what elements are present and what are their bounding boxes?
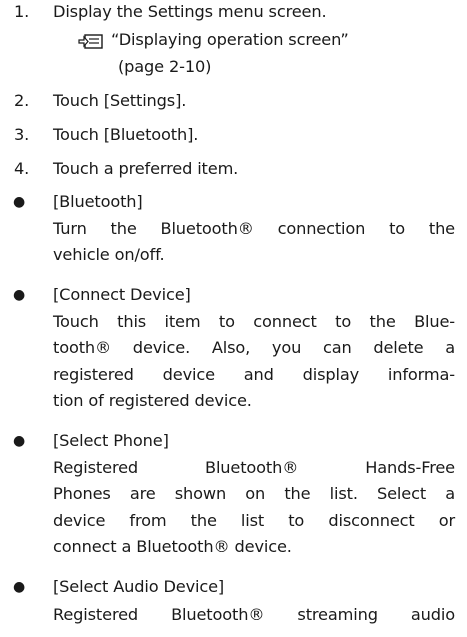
item-desc-line: Registered Bluetooth® streaming audio xyxy=(53,605,455,624)
reference-pointer-icon xyxy=(78,34,103,49)
bullet-icon: ● xyxy=(13,194,26,210)
reference-page: (page 2-10) xyxy=(118,57,212,76)
bullet-icon: ● xyxy=(13,287,26,303)
step-text: Touch a preferred item. xyxy=(53,159,239,178)
bullet-icon: ● xyxy=(13,579,26,595)
manual-page: 1. Display the Settings menu screen. “Di… xyxy=(0,0,467,637)
item-title: [Connect Device] xyxy=(53,285,191,304)
item-desc-line: Registered Bluetooth® Hands-Free xyxy=(53,458,455,477)
step-text: Touch [Bluetooth]. xyxy=(53,125,199,144)
step-text: Display the Settings menu screen. xyxy=(53,2,327,21)
step-text: Touch [Settings]. xyxy=(53,91,187,110)
item-desc-line: registered device and display informa- xyxy=(53,365,455,384)
item-desc-line: connect a Bluetooth® device. xyxy=(53,537,292,556)
item-desc-line: device from the list to disconnect or xyxy=(53,511,455,530)
item-desc-line: Turn the Bluetooth® connection to the xyxy=(53,219,455,238)
item-title: [Bluetooth] xyxy=(53,192,143,211)
item-desc-line: tion of registered device. xyxy=(53,391,252,410)
item-title: [Select Phone] xyxy=(53,431,169,450)
item-desc-line: Phones are shown on the list. Select a xyxy=(53,484,455,503)
reference-text: “Displaying operation screen” xyxy=(111,30,349,49)
step-number: 1. xyxy=(14,2,30,21)
item-desc-line: vehicle on/off. xyxy=(53,245,165,264)
step-number: 3. xyxy=(14,125,30,144)
bullet-icon: ● xyxy=(13,433,26,449)
item-desc-line: Touch this item to connect to the Blue- xyxy=(53,312,455,331)
step-number: 4. xyxy=(14,159,30,178)
item-desc-line: tooth® device. Also, you can delete a xyxy=(53,338,455,357)
step-number: 2. xyxy=(14,91,30,110)
item-title: [Select Audio Device] xyxy=(53,577,225,596)
